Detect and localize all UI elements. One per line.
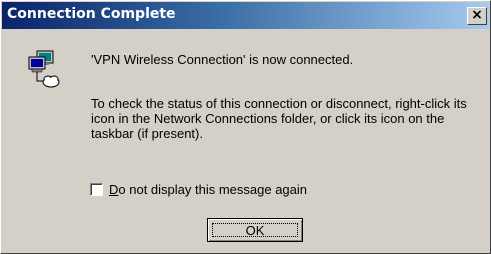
ok-button-label: OK [245, 223, 265, 238]
title-bar[interactable]: Connection Complete × [2, 2, 489, 29]
network-connection-icon [28, 50, 60, 88]
ok-button[interactable]: OK [207, 218, 303, 242]
window-title: Connection Complete [7, 6, 176, 22]
do-not-display-checkbox[interactable] [90, 182, 103, 196]
close-icon: × [471, 7, 483, 23]
connected-message: 'VPN Wireless Connection' is now connect… [91, 52, 354, 67]
do-not-display-option[interactable]: Do not display this message again [90, 181, 307, 197]
instructions-message: To check the status of this connection o… [91, 96, 467, 141]
do-not-display-label[interactable]: Do not display this message again [109, 182, 307, 197]
close-button[interactable]: × [467, 7, 487, 25]
connection-complete-dialog: Connection Complete × 'VPN Wireless Conn… [0, 0, 491, 254]
